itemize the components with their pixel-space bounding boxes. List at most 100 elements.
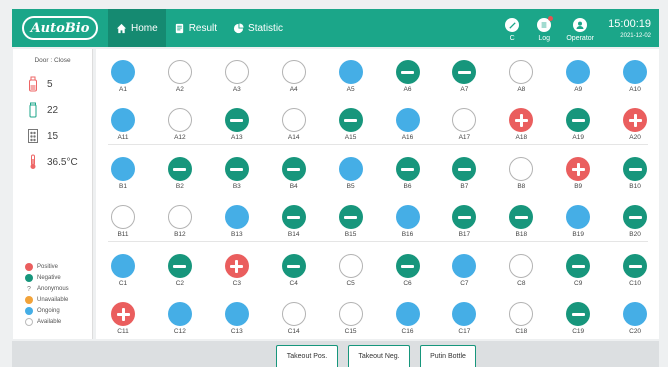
well-C5[interactable] <box>338 254 363 278</box>
well-C6[interactable] <box>395 254 420 278</box>
well-A15[interactable] <box>338 108 363 132</box>
well-C4[interactable] <box>281 254 306 278</box>
plus-icon-vertical <box>576 162 580 176</box>
well-C14[interactable] <box>281 302 306 326</box>
well-C3[interactable] <box>224 254 249 278</box>
well-C19[interactable] <box>566 302 591 326</box>
well-B2[interactable] <box>167 157 192 181</box>
well-A11[interactable] <box>111 108 135 132</box>
well-A6[interactable] <box>395 60 420 84</box>
well-label-B11: B11 <box>117 231 129 238</box>
legend-available-label: Available <box>37 319 62 325</box>
well-A9[interactable] <box>566 60 591 84</box>
nav-statistic[interactable]: Statistic <box>225 9 291 47</box>
well-A10[interactable] <box>623 60 648 84</box>
well-B9[interactable] <box>566 157 591 181</box>
legend-unavailable-label: Unavailable <box>37 297 69 303</box>
well-A4[interactable] <box>281 60 306 84</box>
well-C2[interactable] <box>167 254 192 278</box>
stat-temperature-value: 36.5°C <box>47 156 78 168</box>
minus-icon <box>287 167 301 171</box>
takeout-neg-button[interactable]: Takeout Neg. <box>348 345 410 367</box>
well-C9[interactable] <box>566 254 591 278</box>
stat-racks: 15 <box>27 128 92 144</box>
well-A16[interactable] <box>395 108 420 132</box>
well-B1[interactable] <box>111 157 135 181</box>
well-A2[interactable] <box>167 60 192 84</box>
stat-temperature: 36.5°C <box>27 154 92 170</box>
well-label-B2: B2 <box>175 183 184 190</box>
minus-icon <box>230 167 244 171</box>
takeout-pos-button[interactable]: Takeout Pos. <box>276 345 338 367</box>
minus-icon <box>401 167 414 171</box>
section-divider <box>108 144 648 145</box>
well-B6[interactable] <box>395 157 420 181</box>
well-B4[interactable] <box>281 157 306 181</box>
well-C11[interactable] <box>111 302 135 326</box>
well-label-A3: A3 <box>232 86 241 93</box>
well-B19[interactable] <box>566 205 591 229</box>
well-B15[interactable] <box>338 205 363 229</box>
well-label-B19: B19 <box>572 231 584 238</box>
well-C7[interactable] <box>452 254 477 278</box>
well-B8[interactable] <box>509 157 534 181</box>
legend-unavailable: Unavailable <box>25 296 69 304</box>
minus-icon <box>457 215 471 219</box>
putin-bottle-button[interactable]: Putin Bottle <box>420 345 476 367</box>
status-c[interactable]: C <box>500 18 524 42</box>
well-label-B16: B16 <box>401 231 414 238</box>
well-A17[interactable] <box>452 108 477 132</box>
minus-icon <box>571 312 585 316</box>
well-A20[interactable] <box>623 108 648 132</box>
well-B3[interactable] <box>224 157 249 181</box>
status-operator[interactable]: Operator <box>564 18 596 42</box>
well-label-C12: C12 <box>173 328 186 335</box>
well-A12[interactable] <box>167 108 192 132</box>
nav-home[interactable]: Home <box>108 9 166 47</box>
well-A7[interactable] <box>452 60 477 84</box>
well-B18[interactable] <box>509 205 534 229</box>
well-C16[interactable] <box>395 302 420 326</box>
well-C8[interactable] <box>509 254 534 278</box>
well-B7[interactable] <box>452 157 477 181</box>
bottle-icon <box>29 76 37 92</box>
well-label-C7: C7 <box>460 280 469 287</box>
well-B17[interactable] <box>452 205 477 229</box>
well-B5[interactable] <box>338 157 363 181</box>
status-log-label: Log <box>538 35 551 42</box>
thermometer-icon <box>30 154 36 169</box>
well-A18[interactable] <box>509 108 534 132</box>
well-A13[interactable] <box>224 108 249 132</box>
well-label-C8: C8 <box>517 280 526 287</box>
minus-icon <box>173 264 187 268</box>
minus-icon <box>230 118 244 122</box>
minus-icon <box>457 167 471 171</box>
well-C15[interactable] <box>338 302 363 326</box>
well-C10[interactable] <box>623 254 648 278</box>
well-B20[interactable] <box>623 205 648 229</box>
well-B11[interactable] <box>111 205 135 229</box>
well-B12[interactable] <box>167 205 192 229</box>
well-A8[interactable] <box>509 60 534 84</box>
well-C1[interactable] <box>111 254 135 278</box>
well-B10[interactable] <box>623 157 648 181</box>
status-log[interactable]: Log <box>532 16 556 42</box>
well-A3[interactable] <box>224 60 249 84</box>
legend-anonymous: ? Anonymous <box>25 285 69 293</box>
clock-time: 15:00:19 <box>608 18 651 30</box>
well-A5[interactable] <box>338 60 363 84</box>
well-B16[interactable] <box>395 205 420 229</box>
well-B14[interactable] <box>281 205 306 229</box>
well-C13[interactable] <box>224 302 249 326</box>
well-B13[interactable] <box>224 205 249 229</box>
well-A19[interactable] <box>566 108 591 132</box>
well-C18[interactable] <box>509 302 534 326</box>
well-C17[interactable] <box>452 302 477 326</box>
nav-result[interactable]: Result <box>166 9 225 47</box>
minus-icon <box>287 215 301 219</box>
well-A14[interactable] <box>281 108 306 132</box>
well-C20[interactable] <box>623 302 648 326</box>
well-A1[interactable] <box>111 60 135 84</box>
well-C12[interactable] <box>167 302 192 326</box>
well-grid: A1 A2 A3 A4 A5 A6 A7 A8 A9 A10 A11 A12 A13 A14 A15 A16 A… <box>96 49 659 339</box>
